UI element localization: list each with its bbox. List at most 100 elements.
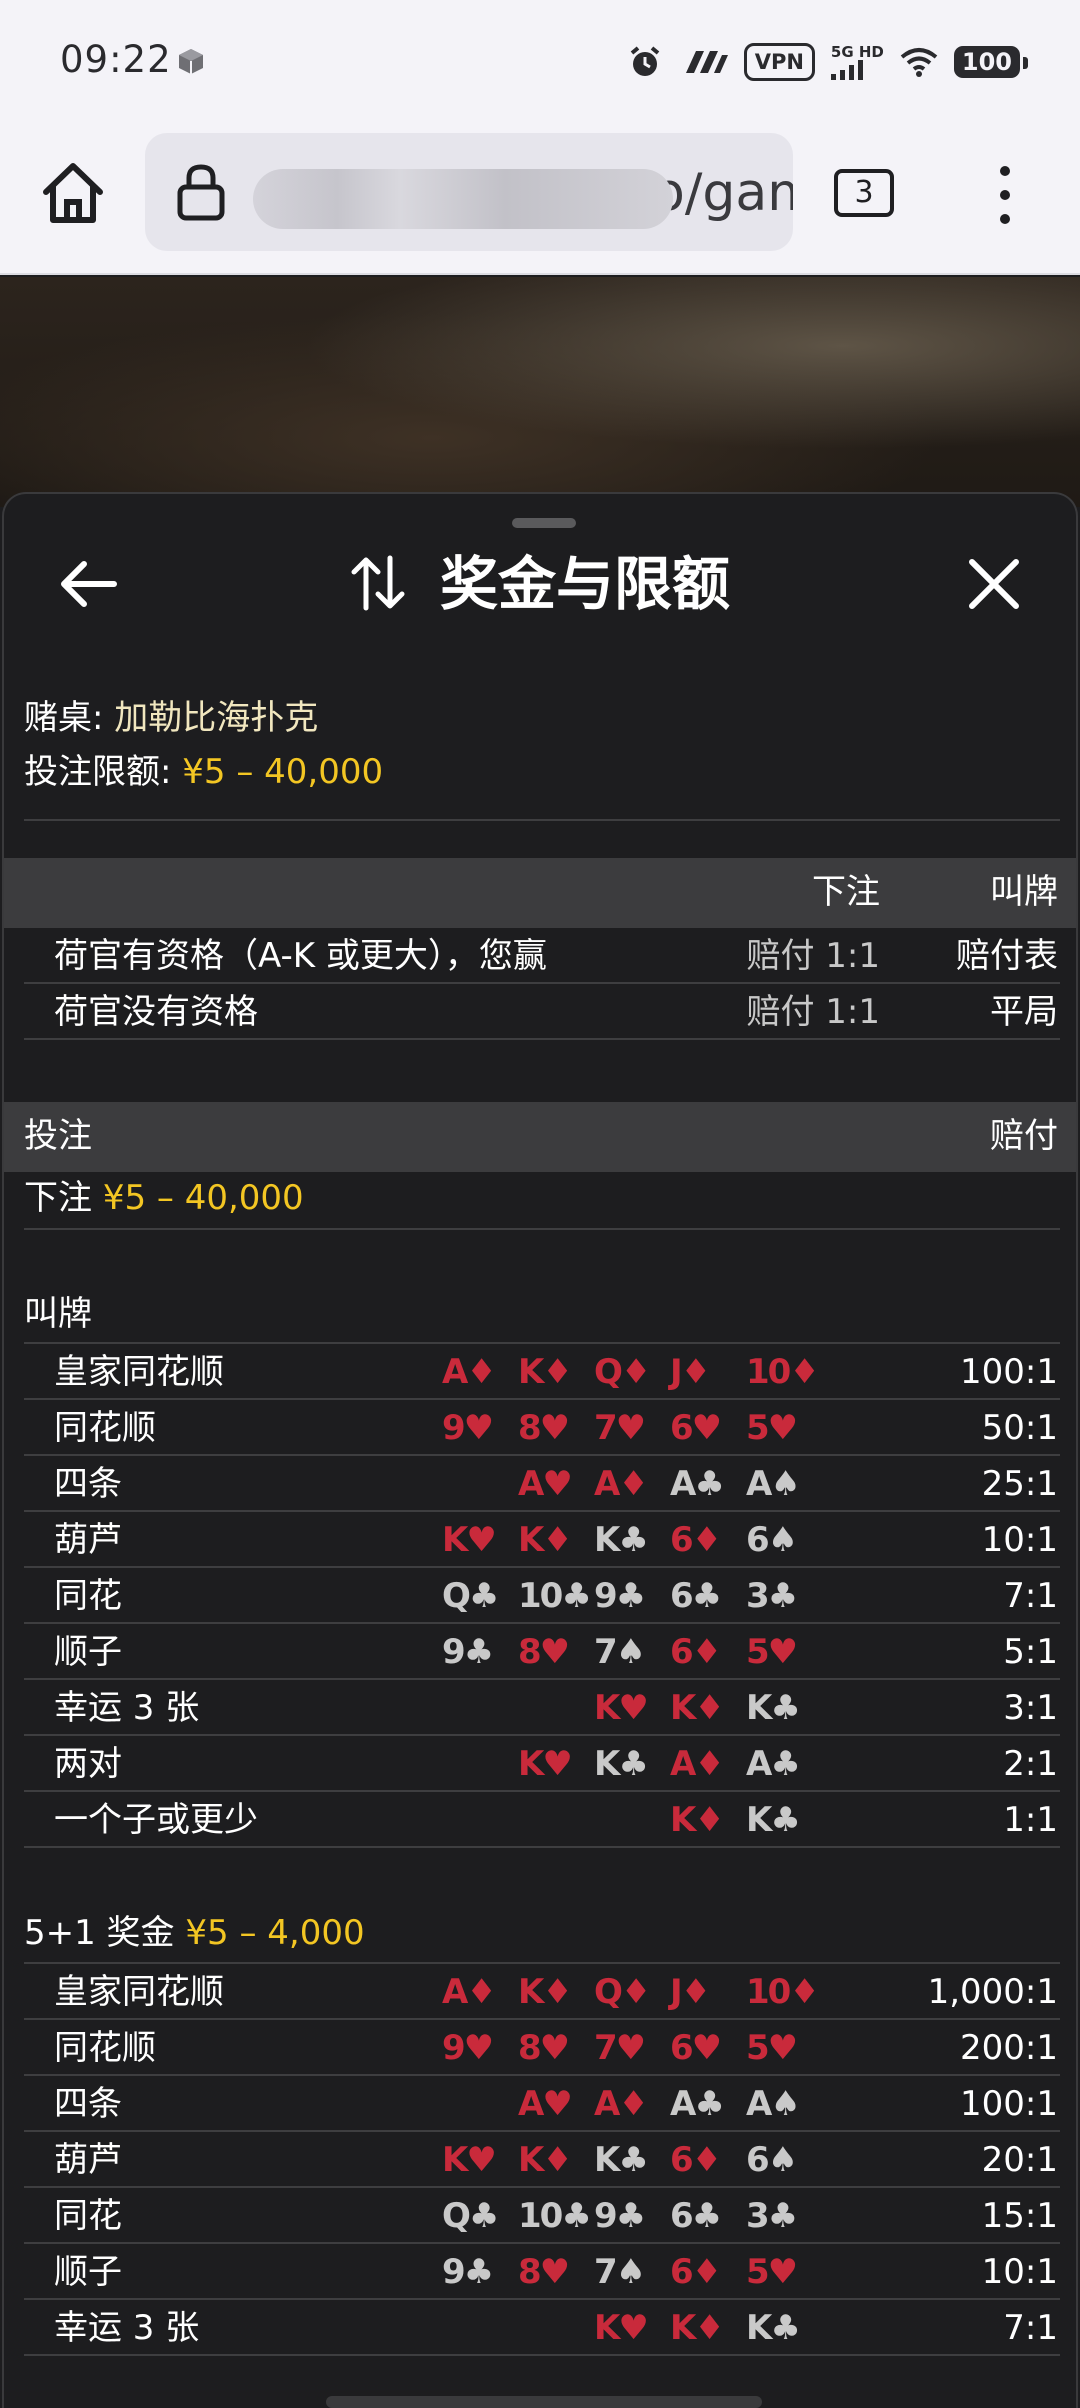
url-redacted [253,169,673,229]
playing-card: 5♥ [746,2252,798,2292]
back-arrow-icon[interactable] [54,554,124,614]
hand-payout: 10:1 [981,2252,1058,2292]
bonus-hand-row: 顺子 9♣ 8♥ 7♠ 6♦ 5♥ 10:1 [4,2244,1076,2300]
call-column-header: 叫牌 [990,872,1058,912]
bonus-limit: ¥5 – 4,000 [185,1913,365,1953]
hand-payout: 100:1 [960,1352,1058,1392]
playing-card: A♠ [746,1464,801,1504]
playing-card: 3♣ [746,1576,798,1616]
hand-cards: K♥ K♦ K♣ 6♦ 6♠ [442,1518,842,1564]
playing-card: 5♥ [746,1408,798,1448]
network-label: 5G HD [830,43,884,61]
playing-card: 5♥ [746,1632,798,1672]
playing-card: K♦ [670,2308,725,2348]
playing-card: A♥ [518,2084,573,2124]
ante-label: 下注 [24,1178,103,1218]
call-hand-row: 顺子 9♣ 8♥ 7♠ 6♦ 5♥ 5:1 [4,1624,1076,1680]
hand-name: 皇家同花顺 [54,1352,224,1392]
playing-card: K♥ [518,1744,573,1784]
drag-handle[interactable] [512,518,576,528]
playing-card: K♦ [518,1352,573,1392]
vpn-badge: VPN [743,43,815,81]
qualification-label: 荷官有资格（A-K 或更大），您赢 [54,936,547,976]
sheet-title: 奖金与限额 [440,550,731,618]
playing-card: 6♦ [670,2252,722,2292]
playing-card: A♥ [518,1464,573,1504]
hand-payout: 50:1 [981,1408,1058,1448]
address-bar[interactable]: o/gam [145,133,793,251]
hand-name: 两对 [54,1744,122,1784]
bonus-hand-row: 葫芦 K♥ K♦ K♣ 6♦ 6♠ 20:1 [4,2132,1076,2188]
payout-column-header: 赔付 [990,1116,1058,1156]
hand-payout: 7:1 [1003,1576,1058,1616]
divider [24,1342,1060,1344]
hand-payout: 3:1 [1003,1688,1058,1728]
tab-switcher-button[interactable]: 3 [834,169,894,217]
more-options-icon[interactable] [990,163,1020,227]
hand-cards: 9♥ 8♥ 7♥ 6♥ 5♥ [442,1406,842,1452]
call-hand-row: 四条 A♥ A♦ A♣ A♠ 25:1 [4,1456,1076,1512]
lock-icon[interactable] [175,163,227,221]
playing-card: K♣ [746,2308,801,2348]
hand-payout: 1:1 [1003,1800,1058,1840]
bet-column-header: 投注 [24,1116,92,1156]
hand-payout: 20:1 [981,2140,1058,2180]
playing-card: K♥ [594,2308,649,2348]
playing-card: K♦ [518,1972,573,2012]
ante-column-header: 下注 [812,872,880,912]
playing-card: A♦ [442,1352,497,1392]
game-background [0,277,1080,507]
hand-cards: K♥ K♦ K♣ 6♦ 6♠ [442,2138,842,2184]
hand-name: 顺子 [54,2252,122,2292]
hand-name: 同花 [54,1576,122,1616]
playing-card: K♦ [670,1688,725,1728]
ante-bet-row: 下注 ¥5 – 40,000 [24,1178,304,1218]
playing-card: 10♣ [518,1576,592,1616]
hand-cards: A♦ K♦ Q♦ J♦ 10♦ [442,1350,842,1396]
hand-name: 四条 [54,1464,122,1504]
scroll-indicator [326,2396,762,2408]
divider [24,1228,1060,1230]
cell-signal: 5G HD [830,43,884,80]
playing-card: 6♦ [670,2140,722,2180]
hand-cards: 9♣ 8♥ 7♠ 6♦ 5♥ [442,1630,842,1676]
playing-card: 10♣ [518,2196,592,2236]
hand-cards: A♥ A♦ A♣ A♠ [442,2082,842,2128]
hand-payout: 5:1 [1003,1632,1058,1672]
divider [24,819,1060,821]
playing-card: 9♣ [594,1576,646,1616]
hand-name: 同花 [54,2196,122,2236]
playing-card: A♦ [442,1972,497,2012]
limit-label: 投注限额: [24,752,183,792]
playing-card: 7♥ [594,1408,646,1448]
playing-card: 6♣ [670,2196,722,2236]
playing-card: 10♦ [746,1972,820,2012]
hand-payout: 7:1 [1003,2308,1058,2348]
hd-signal-icon [685,51,728,73]
hand-cards: Q♣ 10♣ 9♣ 6♣ 3♣ [442,2194,842,2240]
playing-card: Q♣ [442,1576,499,1616]
playing-card: Q♣ [442,2196,499,2236]
hand-cards: 9♣ 8♥ 7♠ 6♦ 5♥ [442,2250,842,2296]
home-icon[interactable] [38,158,108,228]
playing-card: 9♣ [442,2252,494,2292]
hand-payout: 10:1 [981,1520,1058,1560]
hand-cards: K♥ K♣ A♦ A♣ [442,1742,842,1788]
table-label: 赌桌: [24,698,115,738]
bonus-section-title: 5+1 奖金 ¥5 – 4,000 [24,1913,365,1953]
playing-card: K♣ [746,1800,801,1840]
swap-vertical-icon[interactable] [348,548,408,618]
hand-payout: 2:1 [1003,1744,1058,1784]
playing-card: 10♦ [746,1352,820,1392]
close-icon[interactable] [964,554,1024,614]
playing-card: 8♥ [518,1408,570,1448]
hand-payout: 25:1 [981,1464,1058,1504]
playing-card: K♦ [670,1800,725,1840]
status-bar: 09:22 VPN 5G HD 100 [0,0,1080,125]
playing-card: A♦ [594,2084,649,2124]
playing-card: K♣ [746,1688,801,1728]
playing-card: 6♠ [746,1520,798,1560]
hand-cards: 9♥ 8♥ 7♥ 6♥ 5♥ [442,2026,842,2072]
hand-name: 葫芦 [54,1520,122,1560]
table-name: 加勒比海扑克 [114,698,319,738]
